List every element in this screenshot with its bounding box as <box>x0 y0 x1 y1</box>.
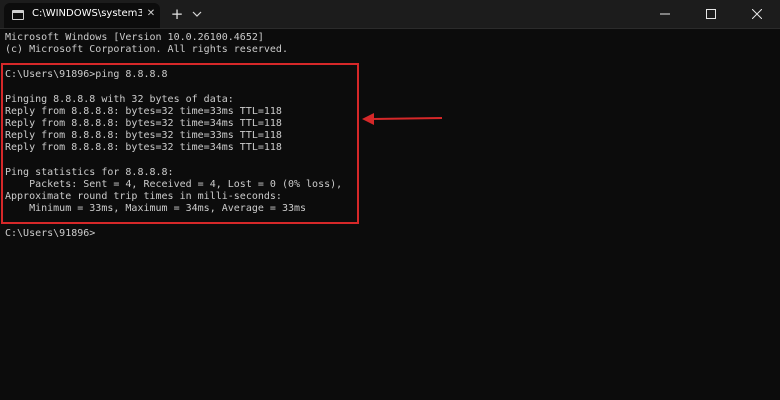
close-window-button[interactable] <box>734 0 780 28</box>
console-prompt[interactable]: C:\Users\91896> <box>5 228 95 240</box>
arrow-icon <box>360 111 444 127</box>
terminal-icon <box>12 10 24 20</box>
new-tab-button[interactable]: + <box>168 5 186 23</box>
maximize-icon <box>706 9 716 19</box>
highlight-box <box>1 63 359 224</box>
console-line: Microsoft Windows [Version 10.0.26100.46… <box>5 32 264 43</box>
title-bar[interactable]: C:\WINDOWS\system32\cmd. ✕ + <box>0 0 780 28</box>
console-line: (c) Microsoft Corporation. All rights re… <box>5 44 288 55</box>
tab-title: C:\WINDOWS\system32\cmd. <box>32 8 142 19</box>
console-output[interactable]: Microsoft Windows [Version 10.0.26100.46… <box>0 28 780 400</box>
close-window-icon <box>752 9 762 19</box>
maximize-button[interactable] <box>688 0 734 28</box>
cmd-window: C:\WINDOWS\system32\cmd. ✕ + Microsoft W… <box>0 0 780 400</box>
tab-cmd[interactable]: C:\WINDOWS\system32\cmd. ✕ <box>4 3 160 28</box>
close-icon[interactable]: ✕ <box>144 7 158 21</box>
minimize-icon <box>660 13 670 15</box>
chevron-down-icon[interactable] <box>190 5 204 23</box>
minimize-button[interactable] <box>642 0 688 28</box>
